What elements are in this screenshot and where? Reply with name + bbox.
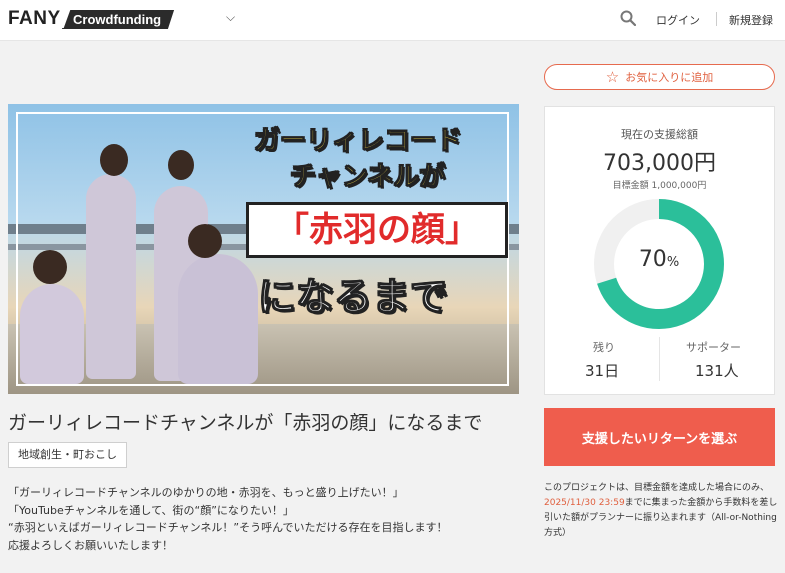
logo-product: Crowdfunding bbox=[61, 9, 174, 29]
project-description: 「ガーリィレコードチャンネルのゆかりの地・赤羽を、もっと盛り上げたい！」 「Yo… bbox=[8, 484, 448, 554]
select-reward-button[interactable]: 支援したいリターンを選ぶ bbox=[544, 408, 775, 466]
funding-status-panel: 現在の支援総額 703,000円 目標金額 1,000,000円 70% 残り … bbox=[544, 106, 775, 395]
hero-title-badge: 「赤羽の顔」 bbox=[246, 202, 508, 258]
supporters-label: サポーター bbox=[686, 341, 741, 354]
chevron-down-icon[interactable]: ⌵ bbox=[226, 10, 235, 25]
category-tag[interactable]: 地域創生・町おこし bbox=[8, 442, 127, 468]
all-or-nothing-note: このプロジェクトは、目標金額を達成した場合にのみ、2025/11/30 23:5… bbox=[544, 483, 778, 538]
favorites-label: お気に入りに追加 bbox=[625, 71, 714, 84]
search-icon[interactable] bbox=[620, 10, 636, 26]
logo-brand: FANY bbox=[8, 8, 61, 29]
header-divider bbox=[716, 12, 717, 26]
top-navigation-bar: FANY Crowdfunding ⌵ ログイン 新規登録 bbox=[0, 0, 785, 41]
goal-amount: 目標金額 1,000,000円 bbox=[612, 181, 707, 191]
stat-divider bbox=[659, 337, 660, 381]
deadline: 2025/11/30 23:59 bbox=[544, 498, 625, 508]
description-line: 「ガーリィレコードチャンネルのゆかりの地・赤羽を、もっと盛り上げたい！」 bbox=[8, 486, 404, 499]
hero-title-line3: になるまで bbox=[257, 275, 449, 320]
login-link[interactable]: ログイン bbox=[656, 12, 700, 28]
hero-title-line1: ガーリィレコード bbox=[253, 126, 463, 157]
remaining-label: 残り bbox=[593, 341, 615, 354]
description-line: “赤羽といえばガーリィレコードチャンネル！”そう呼んでいただける存在を目指します… bbox=[8, 521, 448, 534]
remaining-days: 31日 bbox=[585, 362, 620, 380]
project-title: ガーリィレコードチャンネルが「赤羽の顔」になるまで bbox=[8, 412, 483, 434]
hero-title-line2: チャンネルが bbox=[289, 162, 446, 193]
signup-link[interactable]: 新規登録 bbox=[729, 12, 773, 28]
add-to-favorites-button[interactable]: ☆ お気に入りに追加 bbox=[544, 64, 775, 90]
total-support-label: 現在の支援総額 bbox=[621, 128, 698, 141]
supporters-count: 131人 bbox=[695, 362, 739, 380]
description-line: 応援よろしくお願いいたします！ bbox=[8, 538, 173, 552]
project-hero-image: ガーリィレコード チャンネルが 「赤羽の顔」 になるまで bbox=[8, 104, 519, 394]
description-line: 「YouTubeチャンネルを通して、街の“顔”になりたい！」 bbox=[8, 503, 294, 517]
progress-percent: 70% bbox=[638, 247, 680, 272]
star-outline-icon: ☆ bbox=[605, 68, 620, 86]
fany-crowdfunding-logo[interactable]: FANY Crowdfunding bbox=[8, 8, 174, 30]
total-support-amount: 703,000円 bbox=[603, 151, 716, 176]
